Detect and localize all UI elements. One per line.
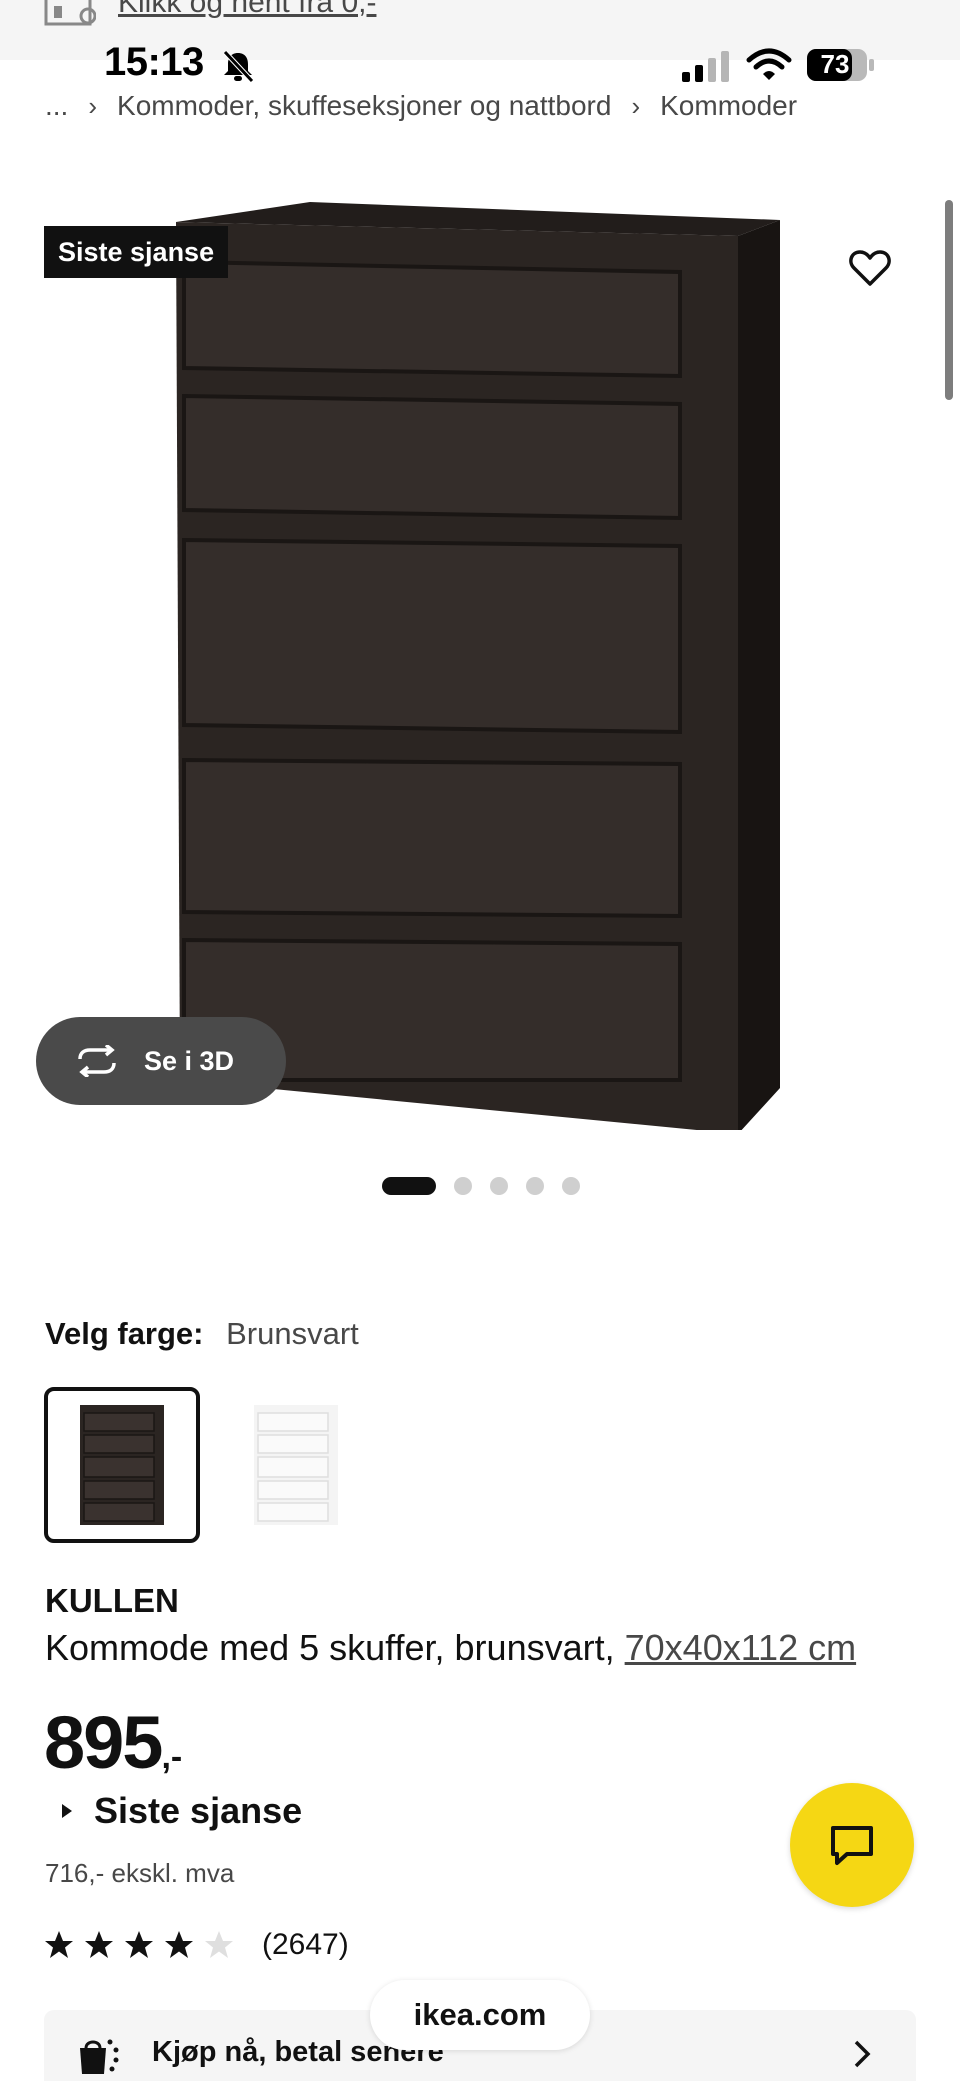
battery-level: 73 <box>820 49 850 79</box>
breadcrumb-item-current[interactable]: Kommoder <box>660 90 797 122</box>
color-swatch-brunsvart[interactable] <box>44 1387 200 1543</box>
pagination-dot[interactable] <box>454 1177 472 1195</box>
price-suffix: ,- <box>161 1738 183 1776</box>
promo-link[interactable]: Klikk og hent fra 0,- <box>118 0 376 20</box>
wifi-icon <box>746 48 792 80</box>
color-label: Velg farge: <box>45 1316 204 1351</box>
pagination-dot[interactable] <box>526 1177 544 1195</box>
star-filled-icon <box>85 1931 113 1958</box>
breadcrumb-item-category[interactable]: Kommoder, skuffeseksjoner og nattbord <box>117 90 611 122</box>
last-chance-badge: Siste sjanse <box>44 226 229 278</box>
product-rating[interactable]: (2647) <box>44 1928 349 1962</box>
color-selector-heading: Velg farge: Brunsvart <box>45 1316 359 1352</box>
swatch-image-white <box>254 1405 338 1525</box>
caret-right-icon <box>62 1804 72 1818</box>
bell-off-icon <box>223 50 254 83</box>
breadcrumb: ... › Kommoder, skuffeseksjoner og nattb… <box>45 90 797 122</box>
status-time: 15:13 <box>104 40 204 84</box>
see-in-3d-label: Se i 3D <box>144 1045 235 1076</box>
price-amount: 895 <box>44 1701 163 1784</box>
chevron-right-icon: › <box>631 90 641 121</box>
review-count: (2647) <box>262 1928 349 1961</box>
heart-icon <box>849 250 891 286</box>
product-price: 895 ,- <box>44 1700 182 1785</box>
price-excl-vat: 716,- ekskl. mva <box>45 1858 235 1888</box>
rotate-3d-icon <box>78 1045 116 1077</box>
star-empty-icon <box>205 1931 233 1958</box>
gallery-pagination <box>382 1177 580 1195</box>
chevron-right-icon <box>854 2040 871 2068</box>
star-filled-icon <box>165 1931 193 1958</box>
pagination-dot[interactable] <box>490 1177 508 1195</box>
pagination-dot-active[interactable] <box>382 1177 436 1195</box>
breadcrumb-ellipsis[interactable]: ... <box>45 90 68 122</box>
product-dimensions-link[interactable]: 70x40x112 cm <box>625 1627 856 1668</box>
product-name: KULLEN <box>45 1582 179 1619</box>
swatch-image-dark <box>80 1405 164 1525</box>
favorite-button[interactable] <box>838 236 902 300</box>
star-filled-icon <box>45 1931 73 1958</box>
color-selected-value: Brunsvart <box>226 1316 359 1351</box>
pagination-dot[interactable] <box>562 1177 580 1195</box>
star-filled-icon <box>125 1931 153 1958</box>
color-swatch-hvit[interactable] <box>218 1387 374 1543</box>
signal-icon <box>682 51 729 82</box>
shopping-bag-icon <box>80 2039 119 2074</box>
see-in-3d-button[interactable]: Se i 3D <box>36 1017 286 1105</box>
product-gallery[interactable] <box>0 180 960 1140</box>
chevron-right-icon: › <box>88 90 98 121</box>
last-chance-label: Siste sjanse <box>94 1790 303 1831</box>
product-description: Kommode med 5 skuffer, brunsvart, 70x40x… <box>45 1627 856 1669</box>
chat-bubble-icon <box>831 1826 873 1865</box>
product-description-text: Kommode med 5 skuffer, brunsvart, <box>45 1627 615 1668</box>
store-icon <box>44 0 96 26</box>
scroll-indicator[interactable] <box>945 200 953 400</box>
browser-url-pill[interactable]: ikea.com <box>370 1980 590 2050</box>
product-image <box>176 202 780 1130</box>
last-chance-toggle[interactable]: Siste sjanse <box>62 1790 302 1832</box>
chat-button[interactable] <box>790 1783 914 1907</box>
